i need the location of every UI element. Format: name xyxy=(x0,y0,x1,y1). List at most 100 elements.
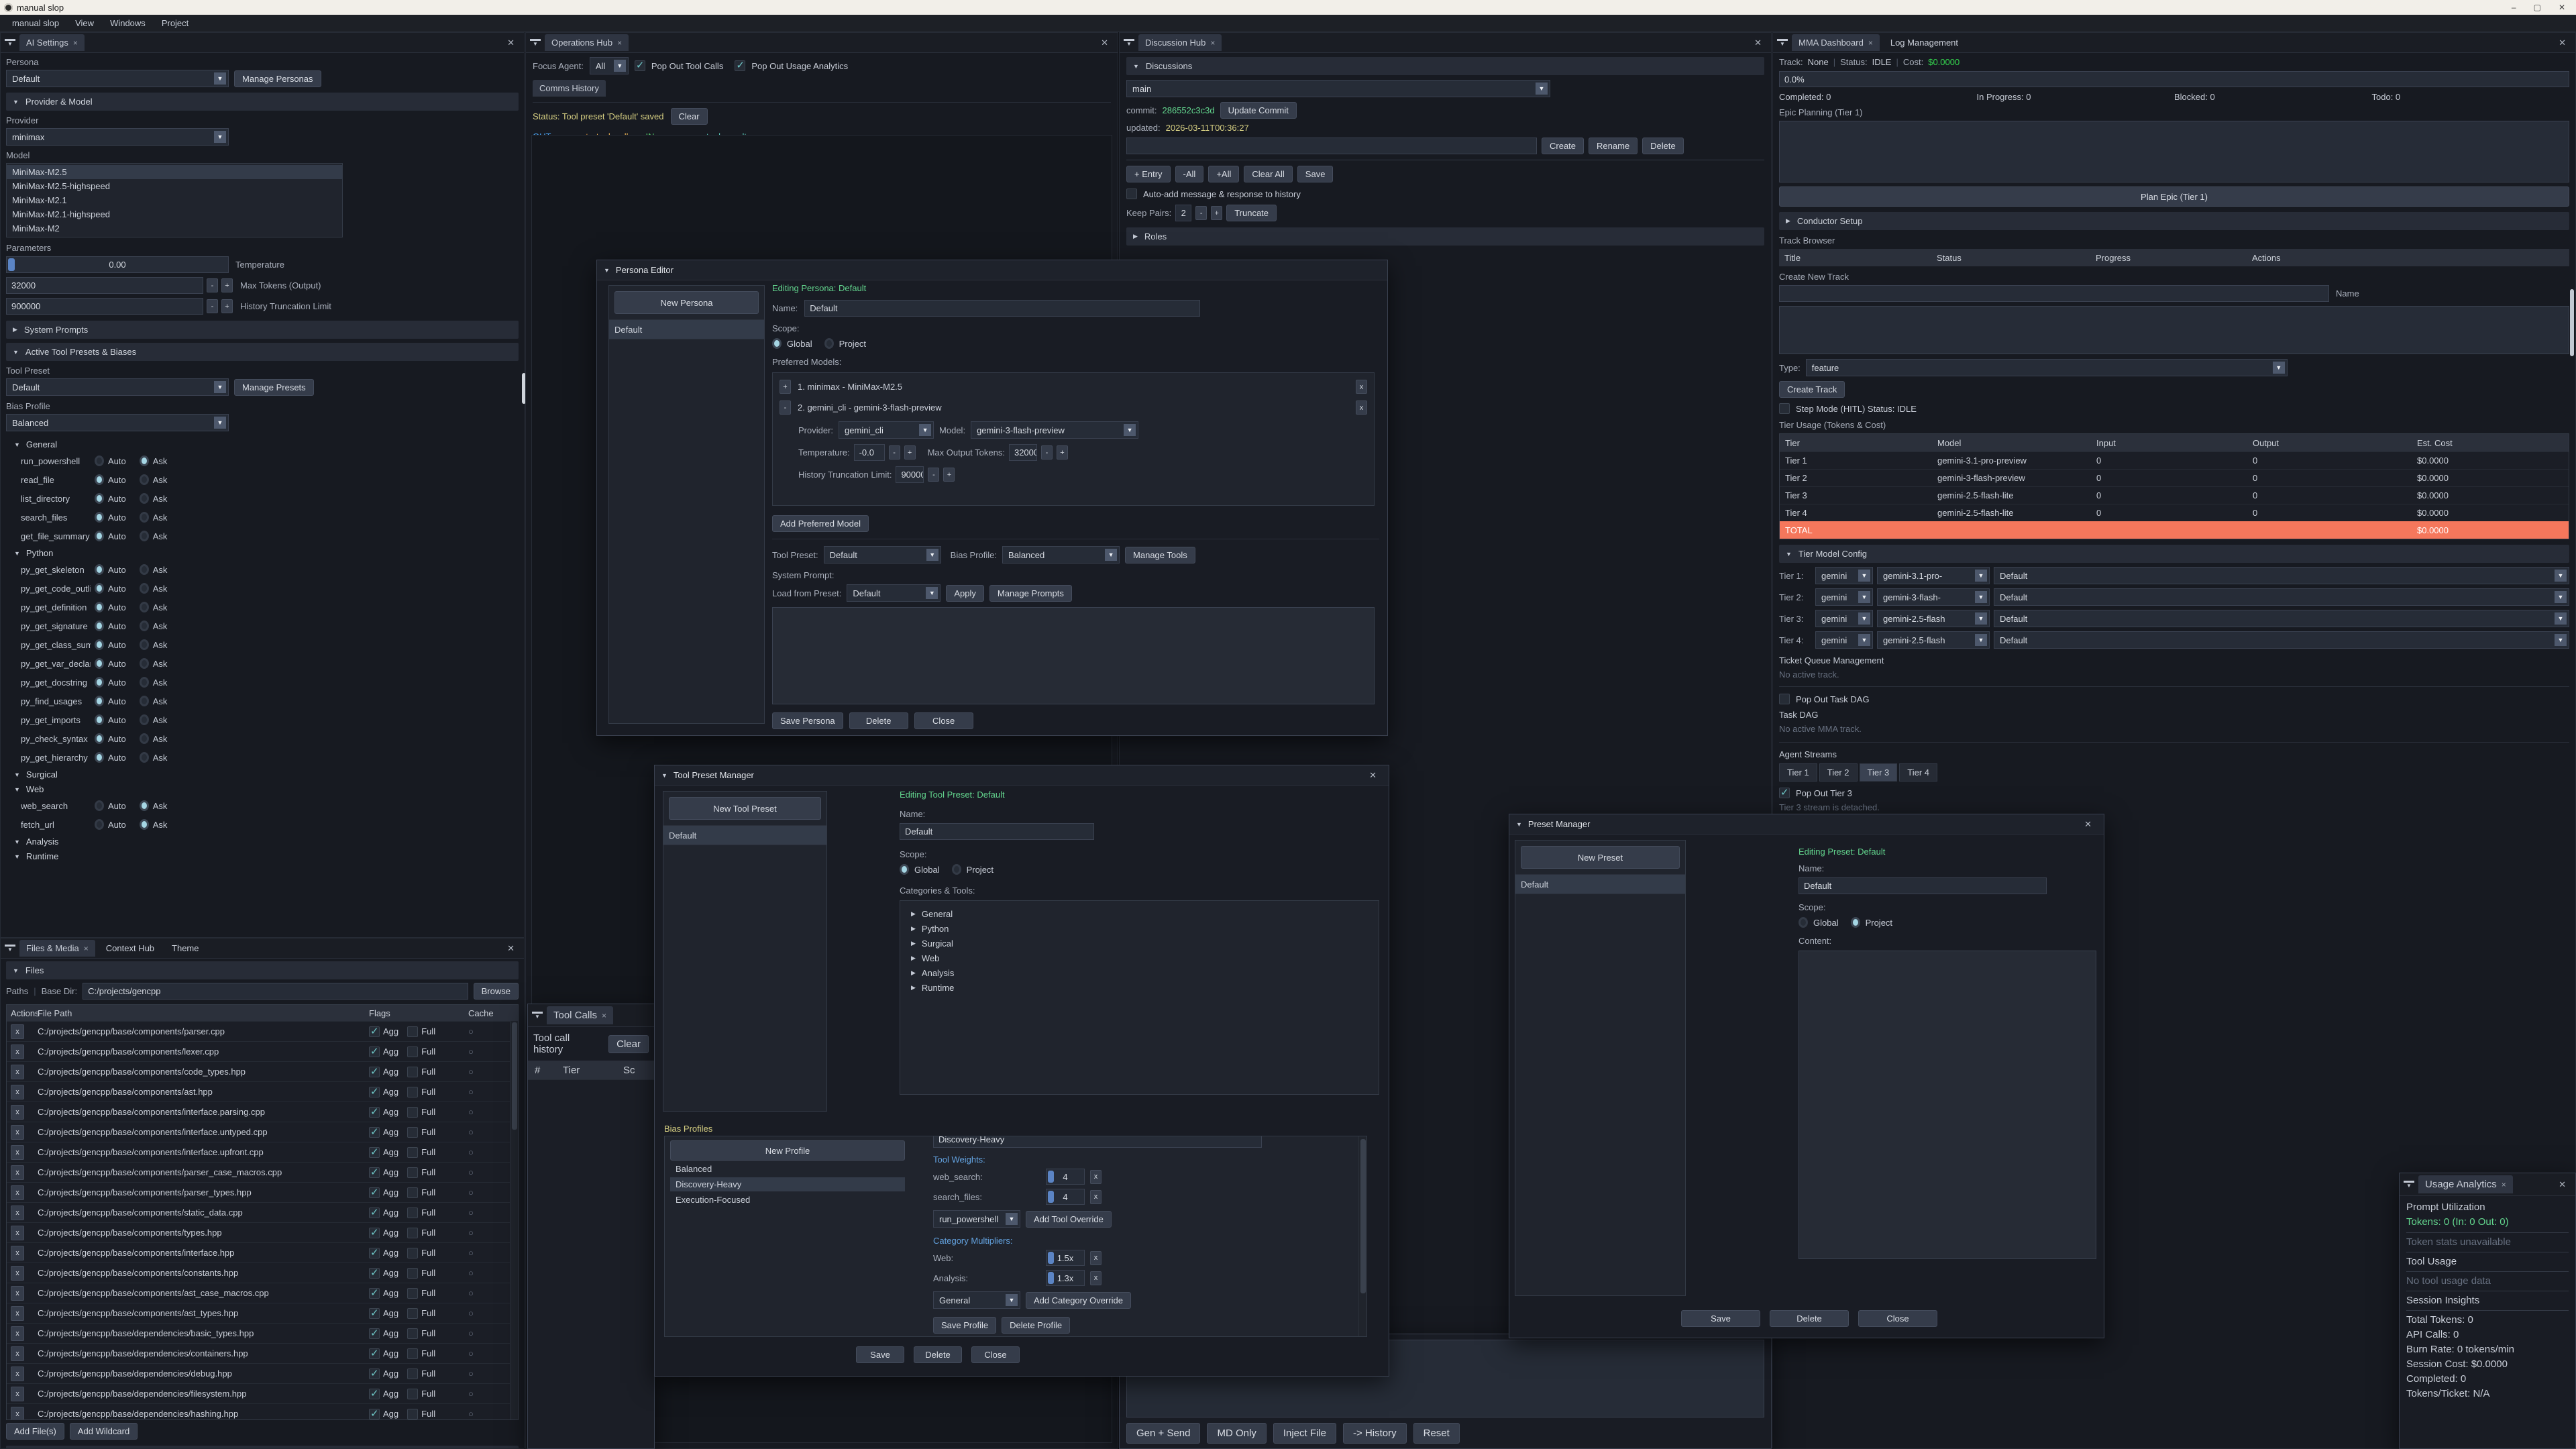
update-commit-button[interactable]: Update Commit xyxy=(1220,102,1297,119)
temperature-slider[interactable]: 0.00 xyxy=(6,256,229,273)
auto-add-checkbox[interactable] xyxy=(1126,189,1137,199)
panel-menu-icon[interactable]: ▼ xyxy=(530,39,541,47)
ask-radio[interactable] xyxy=(140,493,149,504)
file-row[interactable]: x C:/projects/gencpp/base/components/par… xyxy=(7,1162,518,1182)
files-section[interactable]: ▼ Files xyxy=(6,961,519,979)
discussion-select[interactable]: main xyxy=(1126,80,1550,97)
remove-model-1-button[interactable]: x xyxy=(1356,380,1367,394)
full-checkbox[interactable] xyxy=(407,1228,418,1238)
ask-radio[interactable] xyxy=(140,455,149,466)
full-checkbox[interactable] xyxy=(407,1409,418,1419)
file-row[interactable]: x C:/projects/gencpp/base/components/ast… xyxy=(7,1081,518,1102)
panel-menu-icon[interactable]: ▼ xyxy=(1777,39,1788,47)
model-list-item[interactable]: MiniMax-M2.1 xyxy=(7,193,342,207)
delete-persona-button[interactable]: Delete xyxy=(849,712,908,729)
full-checkbox[interactable] xyxy=(407,1288,418,1299)
composer-button[interactable]: MD Only xyxy=(1207,1423,1266,1444)
auto-radio[interactable] xyxy=(95,819,104,830)
composer-button[interactable]: Gen + Send xyxy=(1126,1423,1200,1444)
remove-weight-button[interactable]: x xyxy=(1090,1170,1102,1184)
composer-button[interactable]: Inject File xyxy=(1273,1423,1336,1444)
track-name-input[interactable] xyxy=(1779,285,2329,302)
expand-all-button[interactable]: +All xyxy=(1208,166,1239,182)
discussions-section[interactable]: ▼ Discussions xyxy=(1126,57,1764,75)
multiplier-slider[interactable]: 1.3x xyxy=(1046,1270,1085,1286)
remove-file-button[interactable]: x xyxy=(11,1105,24,1120)
agg-checkbox[interactable] xyxy=(369,1228,380,1238)
file-row[interactable]: x C:/projects/gencpp/base/components/sta… xyxy=(7,1202,518,1222)
new-preset-button[interactable]: New Preset xyxy=(1521,846,1680,869)
ask-radio[interactable] xyxy=(140,583,149,594)
close-icon[interactable]: ✕ xyxy=(2559,3,2565,12)
tier-model-config-section[interactable]: ▼ Tier Model Config xyxy=(1779,545,2569,563)
model-list-item[interactable]: MiniMax-M2 xyxy=(7,221,342,235)
delete-preset-button[interactable]: Delete xyxy=(1770,1310,1849,1327)
panel-menu-icon[interactable]: ▼ xyxy=(532,1012,543,1020)
category-item[interactable]: ▶Runtime xyxy=(903,980,1376,995)
tab-close-icon[interactable]: × xyxy=(1210,38,1215,48)
full-checkbox[interactable] xyxy=(407,1328,418,1339)
pop-tier3-checkbox[interactable] xyxy=(1779,788,1790,798)
pm-maxout-plus-button[interactable]: + xyxy=(1057,445,1068,460)
ask-radio[interactable] xyxy=(140,677,149,688)
tab-mma-dashboard[interactable]: MMA Dashboard× xyxy=(1792,34,1880,51)
persona-name-input[interactable]: Default xyxy=(804,300,1200,317)
ask-radio[interactable] xyxy=(140,696,149,706)
provider-model-section[interactable]: ▼ Provider & Model xyxy=(6,93,519,111)
bias-profile-select[interactable]: Balanced xyxy=(6,414,229,431)
clear-all-button[interactable]: Clear All xyxy=(1244,166,1292,182)
agg-checkbox[interactable] xyxy=(369,1087,380,1097)
conductor-setup-section[interactable]: ▶ Conductor Setup xyxy=(1779,212,2569,230)
file-row[interactable]: x C:/projects/gencpp/base/components/int… xyxy=(7,1102,518,1122)
full-checkbox[interactable] xyxy=(407,1187,418,1198)
paths-label[interactable]: Paths xyxy=(6,986,28,996)
tab-tool-calls[interactable]: Tool Calls× xyxy=(547,1006,613,1024)
window-close-icon[interactable]: ✕ xyxy=(2079,819,2097,830)
tier-model-select[interactable]: gemini-3-flash- xyxy=(1877,588,1990,606)
agg-checkbox[interactable] xyxy=(369,1328,380,1339)
pop-task-dag-checkbox[interactable] xyxy=(1779,694,1790,704)
remove-file-button[interactable]: x xyxy=(11,1366,24,1381)
file-row[interactable]: x C:/projects/gencpp/base/components/int… xyxy=(7,1122,518,1142)
pe-tool-preset-select[interactable]: Default xyxy=(824,546,941,564)
keep-pairs-minus-button[interactable]: - xyxy=(1195,206,1207,220)
tool-preset-select[interactable]: Default xyxy=(6,378,229,396)
remove-weight-button[interactable]: x xyxy=(1090,1190,1102,1204)
file-row[interactable]: x C:/projects/gencpp/base/components/int… xyxy=(7,1142,518,1162)
auto-radio[interactable] xyxy=(95,455,104,466)
tier-model-select[interactable]: gemini-2.5-flash xyxy=(1877,631,1990,649)
tool-preset-list-item[interactable]: Default xyxy=(663,825,826,845)
file-row[interactable]: x C:/projects/gencpp/base/components/int… xyxy=(7,1242,518,1263)
step-mode-checkbox[interactable] xyxy=(1779,403,1790,414)
auto-radio[interactable] xyxy=(95,531,104,541)
category-item[interactable]: ▶Analysis xyxy=(903,965,1376,980)
apply-prompt-button[interactable]: Apply xyxy=(946,585,984,602)
pm-scope-global-radio[interactable] xyxy=(1799,917,1808,928)
composer-button[interactable]: Reset xyxy=(1413,1423,1460,1444)
screenshots-section[interactable]: ▶ Screenshots xyxy=(6,1446,519,1449)
file-row[interactable]: x C:/projects/gencpp/base/components/ast… xyxy=(7,1303,518,1323)
category-item[interactable]: ▶Surgical xyxy=(903,936,1376,951)
scope-global-radio[interactable] xyxy=(772,338,782,349)
max-tokens-minus-button[interactable]: - xyxy=(207,278,218,292)
tool-override-select[interactable]: run_powershell xyxy=(933,1210,1020,1228)
full-checkbox[interactable] xyxy=(407,1308,418,1319)
ask-radio[interactable] xyxy=(140,602,149,612)
ask-radio[interactable] xyxy=(140,658,149,669)
manage-personas-button[interactable]: Manage Personas xyxy=(234,70,321,87)
menu-app[interactable]: manual slop xyxy=(5,16,66,30)
auto-radio[interactable] xyxy=(95,602,104,612)
window-close-icon[interactable]: ✕ xyxy=(1364,770,1382,781)
agg-checkbox[interactable] xyxy=(369,1147,380,1158)
remove-file-button[interactable]: x xyxy=(11,1407,24,1420)
agg-checkbox[interactable] xyxy=(369,1389,380,1399)
tier-preset-select[interactable]: Default xyxy=(1994,631,2569,649)
menu-project[interactable]: Project xyxy=(155,16,195,30)
basedir-input[interactable]: C:/projects/gencpp xyxy=(83,983,468,1000)
tab-close-icon[interactable]: × xyxy=(2502,1180,2506,1189)
agg-checkbox[interactable] xyxy=(369,1348,380,1359)
file-row[interactable]: x C:/projects/gencpp/base/dependencies/f… xyxy=(7,1383,518,1403)
remove-file-button[interactable]: x xyxy=(11,1205,24,1220)
add-category-override-button[interactable]: Add Category Override xyxy=(1026,1292,1131,1309)
save-preset-button[interactable]: Save xyxy=(1681,1310,1760,1327)
